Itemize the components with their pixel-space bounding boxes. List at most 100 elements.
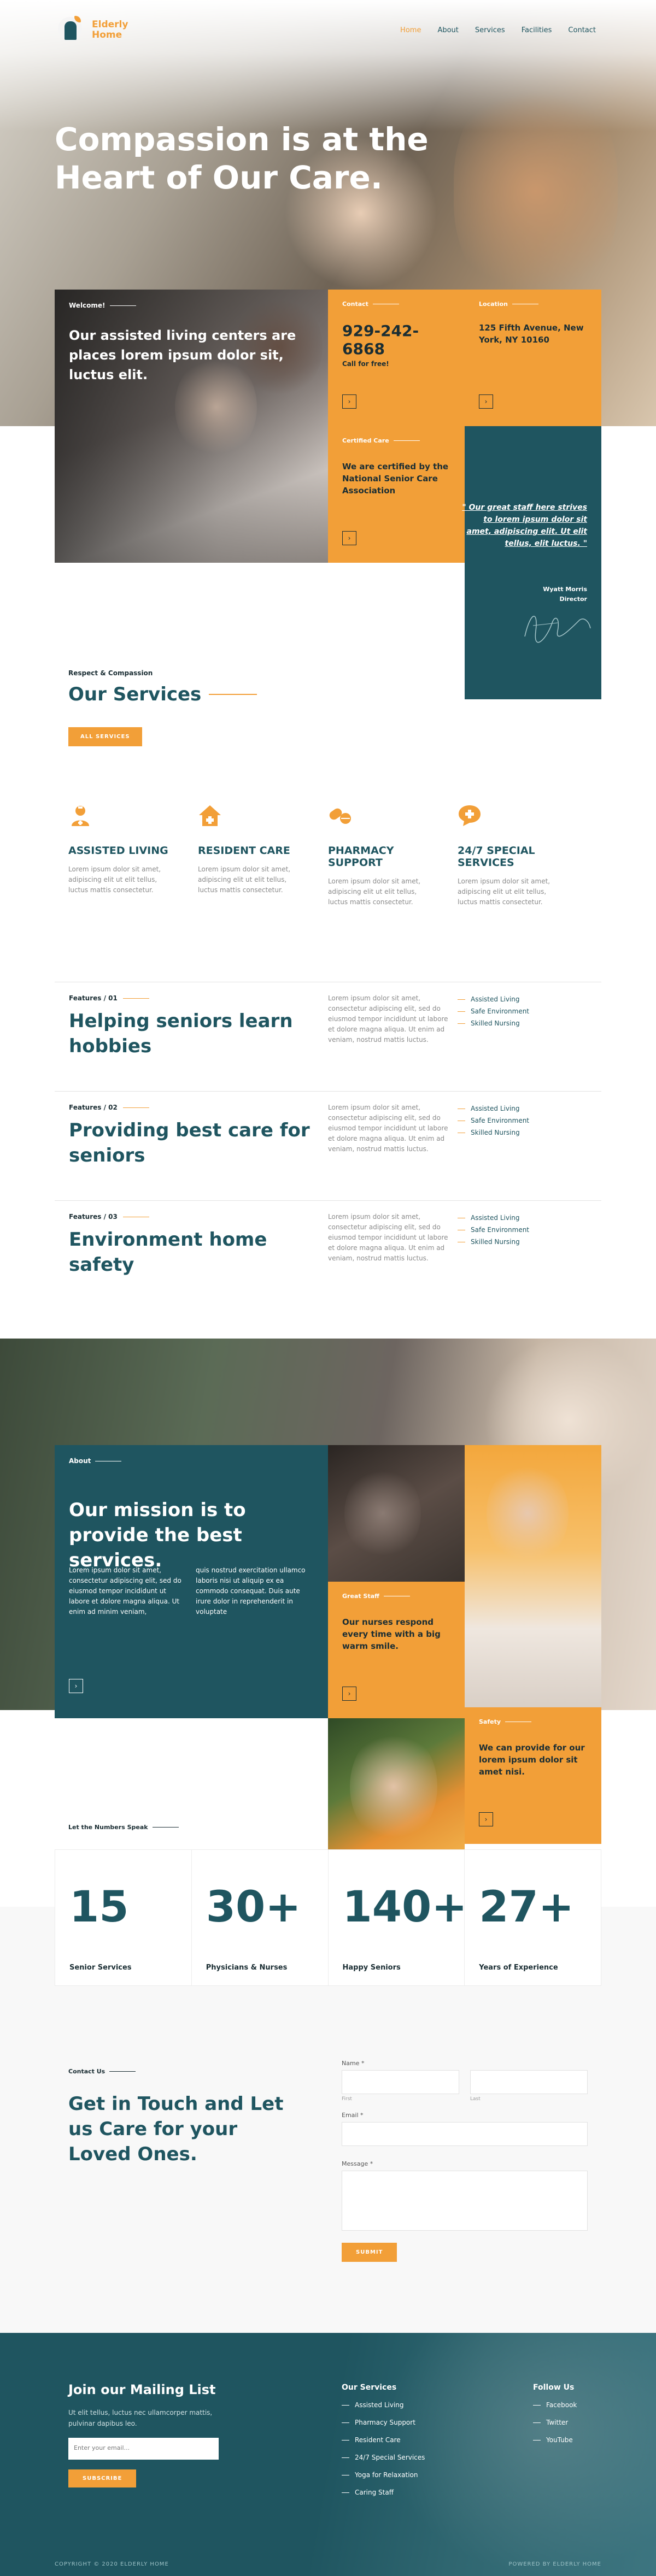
all-services-button[interactable]: ALL SERVICES xyxy=(68,727,142,746)
contact-arrow-button[interactable]: › xyxy=(342,394,356,409)
welcome-label: Welcome! xyxy=(69,302,136,309)
feature-title: Providing best care for seniors xyxy=(69,1119,310,1166)
signature-icon xyxy=(524,616,591,643)
welcome-text: Our assisted living centers are places l… xyxy=(69,328,296,382)
footer-follow-list: Facebook Twitter YouTube xyxy=(533,2396,577,2449)
first-name-sublabel: First xyxy=(342,2096,352,2102)
hero-title: Compassion is at the Heart of Our Care. xyxy=(55,121,429,196)
email-label: Email * xyxy=(342,2112,364,2119)
welcome-photo: Welcome! Our assisted living centers are… xyxy=(55,290,328,563)
feature-list-item: Assisted Living xyxy=(458,993,529,1005)
footer-link[interactable]: Resident Care xyxy=(342,2431,425,2449)
about-title: Our mission is to provide the best servi… xyxy=(69,1499,246,1571)
contact-phone[interactable]: 929-242-6868 xyxy=(342,322,450,358)
contact-note: Call for free! xyxy=(342,360,389,368)
certified-arrow-button[interactable]: › xyxy=(342,531,356,545)
footer-link[interactable]: Assisted Living xyxy=(342,2396,425,2414)
quote-role: Director xyxy=(559,596,587,603)
youtube-link[interactable]: YouTube xyxy=(533,2431,577,2449)
service-assisted-living: ASSISTED LIVING Lorem ipsum dolor sit am… xyxy=(68,803,178,895)
service-pharmacy: PHARMACY SUPPORT Lorem ipsum dolor sit a… xyxy=(328,803,437,907)
about-text-2: quis nostrud exercitation ullamco labori… xyxy=(196,1566,306,1616)
stat-label: Physicians & Nurses xyxy=(206,1964,288,1972)
first-name-input[interactable] xyxy=(342,2070,459,2094)
contact-cell: Contact 929-242-6868 Call for free! › xyxy=(328,290,465,426)
service-title: RESIDENT CARE xyxy=(198,845,290,857)
staff-text: Our nurses respond every time with a big… xyxy=(342,1617,441,1651)
about-arrow-button[interactable]: › xyxy=(69,1679,83,1693)
footer-link[interactable]: Caring Staff xyxy=(342,2484,425,2501)
nav-about[interactable]: About xyxy=(437,26,458,34)
quote-cell: " Our great staff here strives to lorem … xyxy=(462,426,601,699)
service-desc: Lorem ipsum dolor sit amet, adipiscing e… xyxy=(328,877,421,906)
safety-text: We can provide for our lorem ipsum dolor… xyxy=(479,1743,585,1777)
service-desc: Lorem ipsum dolor sit amet, adipiscing e… xyxy=(198,865,291,894)
nav-contact[interactable]: Contact xyxy=(568,26,596,34)
feature-list: Assisted Living Safe Environment Skilled… xyxy=(458,1103,529,1139)
about-text-1: Lorem ipsum dolor sit amet, consectetur … xyxy=(69,1566,181,1616)
footer-services: Our Services Assisted Living Pharmacy Su… xyxy=(342,2383,425,2501)
service-desc: Lorem ipsum dolor sit amet, adipiscing e… xyxy=(458,877,550,906)
mailing-title: Join our Mailing List xyxy=(68,2382,216,2397)
logo[interactable]: Elderly Home xyxy=(55,14,128,46)
logo-text: Elderly Home xyxy=(92,20,128,40)
message-textarea[interactable] xyxy=(342,2171,588,2231)
stat-label: Senior Services xyxy=(69,1964,132,1972)
contact-title: Get in Touch and Let us Care for your Lo… xyxy=(68,2093,284,2165)
stat-item: 30+ Physicians & Nurses xyxy=(191,1849,328,1986)
services-header: Respect & Compassion Our Services ALL SE… xyxy=(68,669,257,746)
feature-list-item: Safe Environment xyxy=(458,1005,529,1017)
feature-item: Features / 02 Providing best care for se… xyxy=(55,1091,601,1200)
nav-services[interactable]: Services xyxy=(475,26,505,34)
site-header: Elderly Home Home About Services Facilit… xyxy=(0,0,656,60)
pills-icon xyxy=(328,803,352,827)
feature-title: Environment home safety xyxy=(69,1229,267,1276)
staff-photo xyxy=(328,1445,465,1582)
email-input[interactable] xyxy=(342,2122,588,2146)
location-arrow-button[interactable]: › xyxy=(479,394,493,409)
stat-item: 15 Senior Services xyxy=(55,1849,191,1986)
service-resident-care: RESIDENT CARE Lorem ipsum dolor sit amet… xyxy=(198,803,307,895)
message-label: Message * xyxy=(342,2160,373,2167)
footer-link[interactable]: 24/7 Special Services xyxy=(342,2449,425,2466)
location-cell-label: Location xyxy=(479,300,587,308)
location-address: 125 Fifth Avenue, New York, NY 10160 xyxy=(479,323,584,345)
footer-services-title: Our Services xyxy=(342,2383,397,2392)
safety-arrow-button[interactable]: › xyxy=(479,1812,493,1826)
feature-list: Assisted Living Safe Environment Skilled… xyxy=(458,1212,529,1248)
service-title: ASSISTED LIVING xyxy=(68,845,168,857)
subscribe-button[interactable]: SUBSCRIBE xyxy=(68,2469,137,2487)
nav-home[interactable]: Home xyxy=(400,26,421,34)
nav-facilities[interactable]: Facilities xyxy=(522,26,552,34)
footer-services-list: Assisted Living Pharmacy Support Residen… xyxy=(342,2396,425,2501)
certified-text: We are certified by the National Senior … xyxy=(342,462,449,496)
certified-cell-label: Certified Care xyxy=(342,437,450,444)
feature-list-item: Safe Environment xyxy=(458,1115,529,1127)
staff-arrow-button[interactable]: › xyxy=(342,1687,356,1701)
staff-cell: Great Staff Our nurses respond every tim… xyxy=(328,1582,465,1718)
numbers-kicker: Let the Numbers Speak xyxy=(68,1824,179,1831)
numbers-grid: 15 Senior Services 30+ Physicians & Nurs… xyxy=(55,1849,601,1986)
copyright: COPYRIGHT © 2020 ELDERLY HOME xyxy=(55,2561,169,2567)
quote-text: " Our great staff here strives to lorem … xyxy=(462,503,587,548)
stat-label: Years of Experience xyxy=(479,1964,558,1972)
mailing-email-input[interactable]: Enter your email... xyxy=(68,2438,219,2460)
feature-text: Lorem ipsum dolor sit amet, consectetur … xyxy=(328,994,448,1044)
submit-button[interactable]: SUBMIT xyxy=(342,2243,397,2262)
feature-label: Features / 01 xyxy=(69,994,149,1002)
site-footer: Join our Mailing List Ut elit tellus, lu… xyxy=(0,2333,656,2576)
about-label: About xyxy=(69,1457,121,1465)
logo-icon xyxy=(55,14,87,46)
safety-cell: Safety We can provide for our lorem ipsu… xyxy=(465,1707,601,1844)
footer-link[interactable]: Pharmacy Support xyxy=(342,2414,425,2431)
last-name-input[interactable] xyxy=(470,2070,588,2094)
facebook-link[interactable]: Facebook xyxy=(533,2396,577,2414)
twitter-link[interactable]: Twitter xyxy=(533,2414,577,2431)
contact-cell-label: Contact xyxy=(342,300,450,308)
staff-cell-label: Great Staff xyxy=(342,1593,450,1600)
footer-link[interactable]: Yoga for Relaxation xyxy=(342,2466,425,2484)
footer-follow-title: Follow Us xyxy=(533,2383,575,2392)
about-card: About Our mission is to provide the best… xyxy=(55,1445,328,1718)
feature-item: Features / 01 Helping seniors learn hobb… xyxy=(55,982,601,1091)
footer-follow: Follow Us Facebook Twitter YouTube xyxy=(533,2383,577,2449)
